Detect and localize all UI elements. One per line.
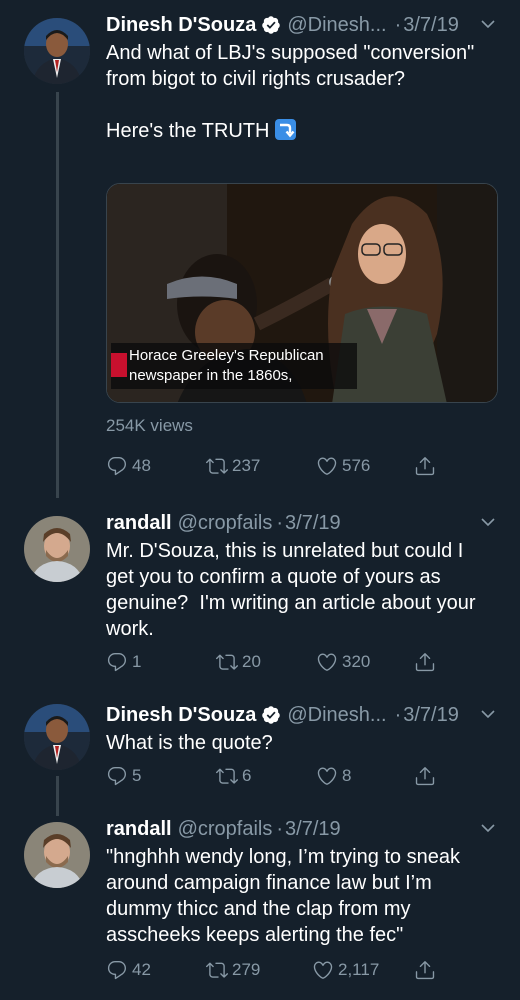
reply-icon bbox=[107, 961, 127, 980]
like-button[interactable]: 8 bbox=[316, 765, 351, 787]
chevron-down-icon[interactable] bbox=[480, 514, 496, 530]
like-button[interactable]: 2,117 bbox=[312, 959, 379, 981]
display-name[interactable]: randall bbox=[106, 818, 172, 841]
reply-count: 1 bbox=[132, 652, 142, 671]
network-logo-icon bbox=[111, 353, 127, 377]
retweet-icon bbox=[216, 654, 238, 670]
reply-count: 48 bbox=[132, 456, 151, 475]
retweet-icon bbox=[216, 768, 238, 784]
reply-count: 42 bbox=[132, 960, 151, 979]
timestamp[interactable]: 3/7/19 bbox=[285, 512, 341, 535]
avatar[interactable] bbox=[24, 516, 90, 582]
reply-button[interactable]: 1 bbox=[106, 651, 141, 673]
like-button[interactable]: 576 bbox=[316, 455, 370, 477]
share-button[interactable] bbox=[414, 651, 440, 673]
reply-icon bbox=[107, 767, 127, 786]
reply-button[interactable]: 5 bbox=[106, 765, 141, 787]
handle[interactable]: @cropfails bbox=[178, 512, 273, 535]
display-name[interactable]: Dinesh D'Souza bbox=[106, 704, 256, 727]
caption-text: Horace Greeley's Republican newspaper in… bbox=[129, 347, 324, 384]
tweet-actions: 1 20 320 bbox=[106, 648, 446, 676]
like-count: 576 bbox=[342, 456, 371, 475]
retweet-button[interactable]: 20 bbox=[216, 651, 261, 673]
separator: · bbox=[276, 511, 284, 534]
share-button[interactable] bbox=[414, 959, 440, 981]
tweet-text: "hnghhh wendy long, I’m trying to sneak … bbox=[106, 846, 466, 946]
heart-icon bbox=[317, 653, 337, 671]
tweet[interactable]: Dinesh D'Souza @Dinesh... · 3/7/19 What … bbox=[0, 686, 520, 812]
tweet-actions: 5 6 8 bbox=[106, 762, 446, 790]
separator: · bbox=[276, 817, 284, 840]
tweet-actions: 42 279 2,117 bbox=[106, 956, 446, 984]
retweet-count: 6 bbox=[242, 766, 252, 785]
like-count: 8 bbox=[342, 766, 352, 785]
avatar[interactable] bbox=[24, 18, 90, 84]
retweet-button[interactable]: 279 bbox=[206, 959, 260, 981]
reply-button[interactable]: 48 bbox=[106, 455, 151, 477]
share-button[interactable] bbox=[414, 765, 440, 787]
tweet-header: randall @cropfails · 3/7/19 bbox=[106, 814, 506, 844]
chevron-down-icon[interactable] bbox=[480, 16, 496, 32]
timestamp[interactable]: 3/7/19 bbox=[285, 818, 341, 841]
retweet-icon bbox=[206, 458, 228, 474]
tweet-text: Mr. D'Souza, this is unrelated but could… bbox=[106, 540, 482, 640]
verified-badge-icon bbox=[262, 16, 281, 34]
tweet-actions: 48 237 576 bbox=[106, 452, 446, 480]
like-count: 320 bbox=[342, 652, 371, 671]
right-arrow-curving-down-emoji-icon bbox=[275, 119, 297, 140]
retweet-button[interactable]: 6 bbox=[216, 765, 251, 787]
retweet-count: 237 bbox=[232, 456, 261, 475]
like-count: 2,117 bbox=[338, 960, 380, 979]
retweet-count: 20 bbox=[242, 652, 261, 671]
avatar[interactable] bbox=[24, 704, 90, 770]
chevron-down-icon[interactable] bbox=[480, 706, 496, 722]
video-thumbnail[interactable]: Horace Greeley's Republican newspaper in… bbox=[106, 183, 498, 403]
timestamp[interactable]: 3/7/19 bbox=[403, 14, 459, 37]
heart-icon bbox=[313, 961, 333, 979]
like-button[interactable]: 320 bbox=[316, 651, 370, 673]
share-icon bbox=[415, 457, 435, 476]
tweet-text: What is the quote? bbox=[106, 732, 273, 754]
handle[interactable]: @Dinesh... bbox=[287, 14, 386, 37]
video-caption: Horace Greeley's Republican newspaper in… bbox=[111, 343, 357, 389]
display-name[interactable]: randall bbox=[106, 512, 172, 535]
retweet-icon bbox=[206, 962, 228, 978]
tweet-header: Dinesh D'Souza @Dinesh... · 3/7/19 bbox=[106, 10, 506, 40]
tweet[interactable]: randall @cropfails · 3/7/19 Mr. D'Souza,… bbox=[0, 498, 520, 686]
reply-count: 5 bbox=[132, 766, 142, 785]
display-name[interactable]: Dinesh D'Souza bbox=[106, 14, 256, 37]
tweet[interactable]: randall @cropfails · 3/7/19 "hnghhh wend… bbox=[0, 812, 520, 1000]
tweet-text: And what of LBJ's supposed "conversion" … bbox=[106, 40, 500, 144]
handle[interactable]: @cropfails bbox=[178, 818, 273, 841]
tweet-header: Dinesh D'Souza @Dinesh... · 3/7/19 bbox=[106, 700, 506, 730]
separator: · bbox=[394, 703, 402, 726]
retweet-button[interactable]: 237 bbox=[206, 455, 260, 477]
verified-badge-icon bbox=[262, 706, 281, 724]
tweet-header: randall @cropfails · 3/7/19 bbox=[106, 508, 506, 538]
reply-icon bbox=[107, 457, 127, 476]
share-button[interactable] bbox=[414, 455, 440, 477]
reply-icon bbox=[107, 653, 127, 672]
chevron-down-icon[interactable] bbox=[480, 820, 496, 836]
share-icon bbox=[415, 767, 435, 786]
reply-button[interactable]: 42 bbox=[106, 959, 151, 981]
retweet-count: 279 bbox=[232, 960, 261, 979]
avatar[interactable] bbox=[24, 822, 90, 888]
view-count: 254K views bbox=[106, 416, 193, 435]
handle[interactable]: @Dinesh... bbox=[287, 704, 386, 727]
share-icon bbox=[415, 961, 435, 980]
share-icon bbox=[415, 653, 435, 672]
timestamp[interactable]: 3/7/19 bbox=[403, 704, 459, 727]
heart-icon bbox=[317, 457, 337, 475]
tweet[interactable]: Dinesh D'Souza @Dinesh... · 3/7/19 And w… bbox=[0, 0, 520, 498]
heart-icon bbox=[317, 767, 337, 785]
separator: · bbox=[394, 13, 402, 36]
